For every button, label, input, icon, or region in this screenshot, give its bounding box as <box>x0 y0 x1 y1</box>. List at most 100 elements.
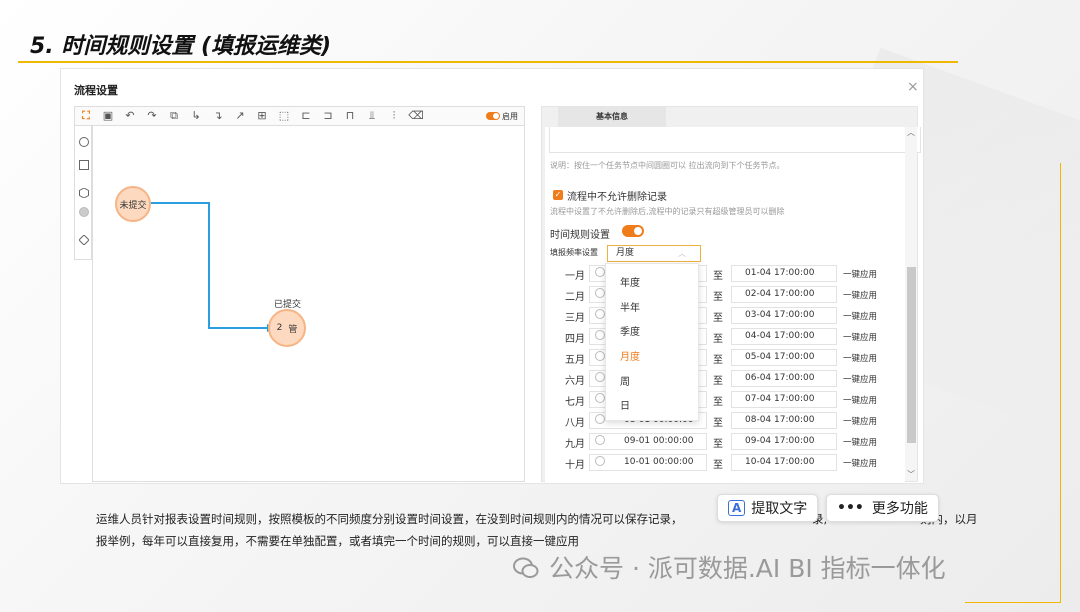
end-time-input[interactable]: 10-04 17:00:00 <box>731 454 837 471</box>
start-time-input[interactable]: 10-01 00:00:00 <box>589 454 707 471</box>
apply-all-button[interactable]: 一键应用 <box>843 289 877 301</box>
to-text: 至 <box>713 376 723 387</box>
apply-all-button[interactable]: 一键应用 <box>843 457 877 469</box>
flow-connector[interactable] <box>149 202 267 329</box>
to-text: 至 <box>713 418 723 429</box>
end-time-input[interactable]: 03-04 17:00:00 <box>731 307 837 324</box>
clock-icon <box>595 414 605 424</box>
flow-toolbar: ⛶ ▣ ↶ ↷ ⧉ ↳ ↴ ↗ ⊞ ⬚ ⊏ ⊐ ⊓ ⫫ ⫶ ⌫ 启用 <box>74 106 525 126</box>
connector-icon[interactable]: ↳ <box>185 107 207 125</box>
panel-scrollbar[interactable]: ︿ ﹀ <box>905 127 917 481</box>
freq-value: 月度 <box>616 248 635 258</box>
flow-node-submitted[interactable]: 2 管 <box>268 309 306 347</box>
dropdown-option-quarter[interactable]: 季度 <box>620 323 640 338</box>
dropdown-option-month[interactable]: 月度 <box>620 348 640 363</box>
month-label: 七月 <box>565 397 585 408</box>
clock-icon <box>595 309 605 319</box>
corner-line-vertical <box>1060 163 1061 603</box>
flow-node-unsubmitted[interactable]: 未提交 <box>115 186 151 222</box>
diamond-shape-icon[interactable] <box>78 230 90 246</box>
end-time-input[interactable]: 06-04 17:00:00 <box>731 370 837 387</box>
slide-title: 5. 时间规则设置 (填报运维类) <box>30 34 332 59</box>
connector-hint: 说明：按住一个任务节点中间圆圈可以 拉出流向到下个任务节点。 <box>550 161 785 170</box>
apply-all-button[interactable]: 一键应用 <box>843 415 877 427</box>
marquee-icon[interactable]: ⬚ <box>273 107 295 125</box>
caption-line1a: 运维人员针对报表设置时间规则，按照模板的不同频度分别设置时间设置，在没到时间规则… <box>96 512 683 526</box>
month-row: 十月 10-01 00:00:00 至 10-04 17:00:00 一键应用 <box>545 453 905 473</box>
apply-all-button[interactable]: 一键应用 <box>843 394 877 406</box>
enable-toggle[interactable]: 启用 <box>486 111 518 122</box>
extract-text-label: 提取文字 <box>751 501 808 517</box>
redo-icon[interactable]: ↷ <box>141 107 163 125</box>
gray-circle-shape-icon[interactable] <box>79 207 89 217</box>
undo-icon[interactable]: ↶ <box>119 107 141 125</box>
distribute-icon[interactable]: ⫶ <box>383 107 405 125</box>
connector-curve-icon[interactable]: ↴ <box>207 107 229 125</box>
square-shape-icon[interactable] <box>79 160 89 170</box>
align-left-icon[interactable]: ⊏ <box>295 107 317 125</box>
tab-basic-info[interactable]: 基本信息 <box>558 107 666 127</box>
end-time-input[interactable]: 09-04 17:00:00 <box>731 433 837 450</box>
arrow-icon[interactable]: ↗ <box>229 107 251 125</box>
month-label: 九月 <box>565 439 585 450</box>
grid-icon[interactable]: ⊞ <box>251 107 273 125</box>
hexagon-shape-icon[interactable] <box>79 183 89 199</box>
end-time-input[interactable]: 02-04 17:00:00 <box>731 286 837 303</box>
to-text: 至 <box>713 313 723 324</box>
scrollbar-thumb[interactable] <box>907 267 916 443</box>
chevron-up-icon[interactable]: ︿ <box>907 127 915 138</box>
month-row: 四月 至 04-04 17:00:00 一键应用 <box>545 327 905 347</box>
end-time-input[interactable]: 01-04 17:00:00 <box>731 265 837 282</box>
shape-palette <box>74 126 92 260</box>
copy-icon[interactable]: ⧉ <box>163 107 185 125</box>
dropdown-option-halfyear[interactable]: 半年 <box>620 299 640 314</box>
time-rule-toggle[interactable] <box>622 225 644 237</box>
dropdown-option-day[interactable]: 日 <box>620 397 630 412</box>
close-icon[interactable]: × <box>907 79 919 95</box>
to-text: 至 <box>713 334 723 345</box>
title-underline <box>18 61 958 63</box>
select-icon[interactable]: ⛶ <box>75 107 97 125</box>
save-icon[interactable]: ▣ <box>97 107 119 125</box>
month-row: 三月 至 03-04 17:00:00 一键应用 <box>545 306 905 326</box>
apply-all-button[interactable]: 一键应用 <box>843 331 877 343</box>
more-functions-button[interactable]: ••• 更多功能 <box>826 494 939 522</box>
clock-icon <box>595 330 605 340</box>
end-time-input[interactable]: 04-04 17:00:00 <box>731 328 837 345</box>
circle-shape-icon[interactable] <box>79 137 89 147</box>
clock-icon <box>595 372 605 382</box>
description-textarea[interactable] <box>549 127 921 153</box>
no-delete-label: 流程中不允许删除记录 <box>567 192 667 203</box>
freq-dropdown-menu: 年度 半年 季度 月度 周 日 <box>605 263 699 421</box>
start-time-input[interactable]: 09-01 00:00:00 <box>589 433 707 450</box>
freq-select[interactable]: 月度 ︿ <box>607 245 701 262</box>
end-time-input[interactable]: 07-04 17:00:00 <box>731 391 837 408</box>
extract-text-button[interactable]: A 提取文字 <box>717 494 819 522</box>
no-delete-checkbox[interactable]: ✓ <box>553 190 563 200</box>
apply-all-button[interactable]: 一键应用 <box>843 436 877 448</box>
end-time-input[interactable]: 08-04 17:00:00 <box>731 412 837 429</box>
apply-all-button[interactable]: 一键应用 <box>843 268 877 280</box>
apply-all-button[interactable]: 一键应用 <box>843 352 877 364</box>
clock-icon <box>595 288 605 298</box>
chevron-down-icon[interactable]: ﹀ <box>907 469 915 480</box>
end-time-input[interactable]: 05-04 17:00:00 <box>731 349 837 366</box>
align-top-icon[interactable]: ⊓ <box>339 107 361 125</box>
align-right-icon[interactable]: ⊐ <box>317 107 339 125</box>
apply-all-button[interactable]: 一键应用 <box>843 373 877 385</box>
dropdown-option-year[interactable]: 年度 <box>620 274 640 289</box>
apply-all-button[interactable]: 一键应用 <box>843 310 877 322</box>
month-label: 三月 <box>565 313 585 324</box>
flow-canvas[interactable]: 未提交 已提交 2 管 <box>92 126 525 482</box>
delete-icon[interactable]: ⌫ <box>405 107 427 125</box>
month-label: 六月 <box>565 376 585 387</box>
enable-toggle-label: 启用 <box>502 111 518 121</box>
month-row: 六月 至 06-04 17:00:00 一键应用 <box>545 369 905 389</box>
extract-text-icon: A <box>728 500 746 516</box>
flow-settings-dialog: 流程设置 × ⛶ ▣ ↶ ↷ ⧉ ↳ ↴ ↗ ⊞ ⬚ ⊏ ⊐ ⊓ ⫫ ⫶ ⌫ 启… <box>60 68 924 484</box>
month-label: 十月 <box>565 460 585 471</box>
enable-switch-icon[interactable] <box>486 112 500 120</box>
dropdown-option-week[interactable]: 周 <box>620 373 630 388</box>
align-bottom-icon[interactable]: ⫫ <box>361 107 383 125</box>
month-row: 五月 至 05-04 17:00:00 一键应用 <box>545 348 905 368</box>
